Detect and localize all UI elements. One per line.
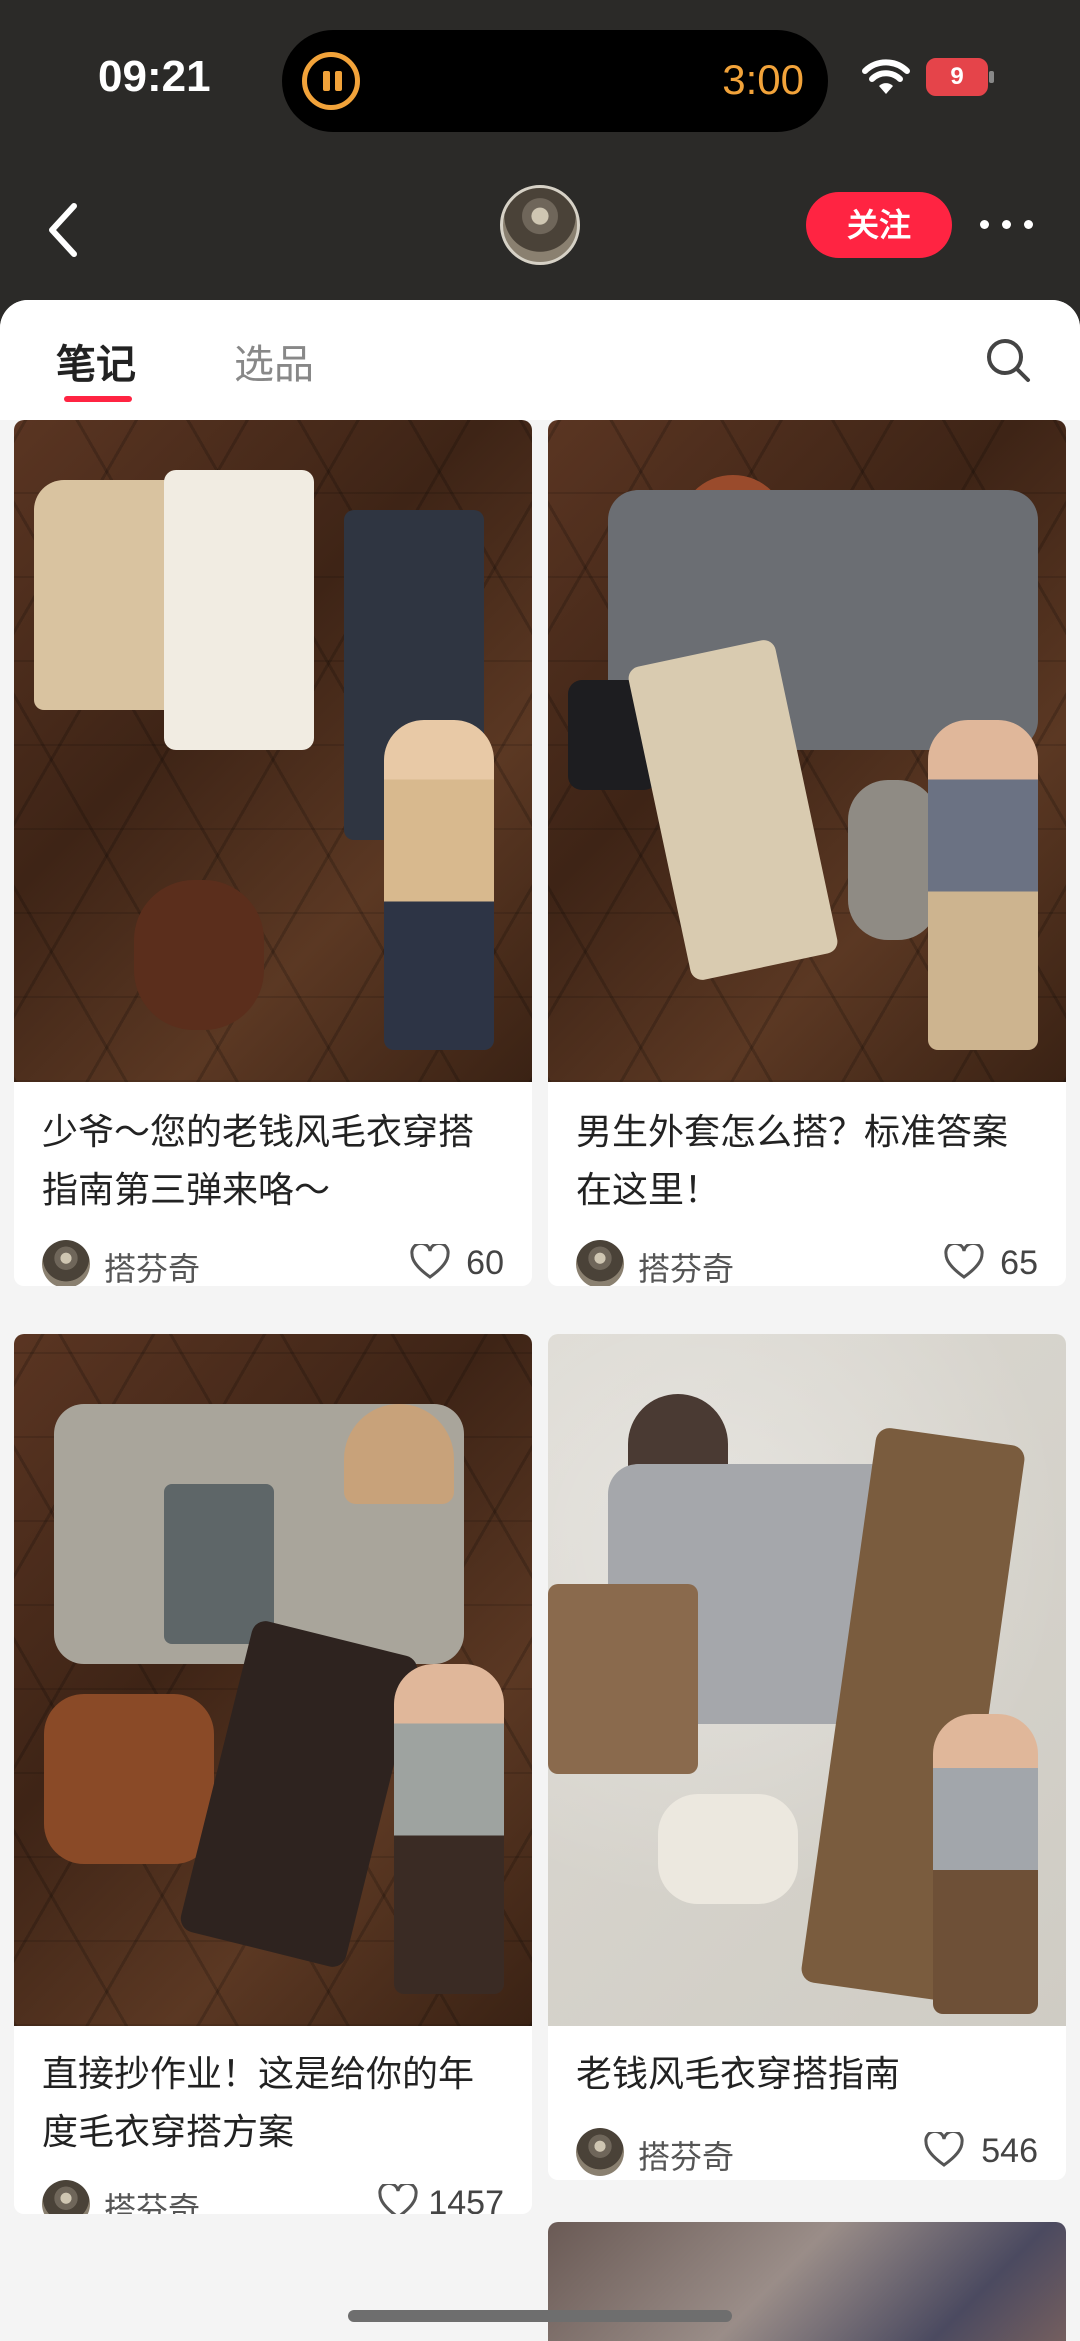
search-icon[interactable] <box>984 336 1032 384</box>
note-title: 直接抄作业！这是给你的年度毛衣穿搭方案 <box>42 2054 475 2153</box>
author-name[interactable]: 搭芬奇 <box>638 2132 734 2178</box>
tab-products[interactable]: 选品 <box>234 332 314 390</box>
note-thumbnail[interactable] <box>548 2222 1066 2341</box>
home-indicator[interactable] <box>348 2310 732 2322</box>
author-avatar[interactable] <box>576 2128 624 2176</box>
sneaker-shape <box>848 780 938 940</box>
wifi-icon <box>862 59 910 94</box>
loafers-shape <box>134 880 264 1030</box>
nav-header: 关注 <box>0 170 1080 290</box>
battery-level: 9 <box>950 63 964 90</box>
shirt-shape <box>164 470 314 750</box>
author-name[interactable]: 搭芬奇 <box>104 2184 200 2214</box>
character-figure <box>384 720 494 1050</box>
note-card[interactable]: 男生外套怎么搭？标准答案在这里！ 搭芬奇 65 <box>548 420 1066 1286</box>
sneaker-shape <box>658 1794 798 1904</box>
tab-notes[interactable]: 笔记 <box>56 332 136 390</box>
heart-icon[interactable] <box>944 1244 984 1280</box>
author-name[interactable]: 搭芬奇 <box>104 1244 200 1286</box>
note-thumbnail[interactable] <box>548 420 1066 1082</box>
note-card[interactable]: 老钱风毛衣穿搭指南 搭芬奇 546 <box>548 1334 1066 2180</box>
more-icon[interactable] <box>980 220 1034 232</box>
character-figure <box>394 1664 504 1994</box>
back-icon[interactable] <box>40 200 90 260</box>
author-avatar[interactable] <box>42 2180 90 2214</box>
like-count: 546 <box>981 2132 1038 2170</box>
note-card[interactable]: 少爷～您的老钱风毛衣穿搭指南第三弹来咯～ 搭芬奇 60 <box>14 420 532 1286</box>
author-avatar[interactable] <box>42 1240 90 1286</box>
status-bar: 09:21 3:00 9 <box>0 0 1080 160</box>
content-panel: 笔记 选品 少爷～您的老钱风毛衣穿搭指南第三弹来咯～ 搭芬奇 60 男生外套怎么… <box>0 300 1080 2341</box>
trousers-shape <box>177 1618 421 1970</box>
pause-icon[interactable] <box>302 52 360 110</box>
avatar[interactable] <box>500 185 580 265</box>
like-count: 60 <box>466 1244 504 1282</box>
character-figure <box>933 1714 1038 2014</box>
like-count: 65 <box>1000 1244 1038 1282</box>
like-count: 1457 <box>428 2184 504 2214</box>
note-title: 少爷～您的老钱风毛衣穿搭指南第三弹来咯～ <box>42 1112 475 1211</box>
note-card[interactable]: 直接抄作业！这是给你的年度毛衣穿搭方案 搭芬奇 1457 <box>14 1334 532 2214</box>
heart-icon[interactable] <box>410 1244 450 1280</box>
author-name[interactable]: 搭芬奇 <box>638 1244 734 1286</box>
boots-shape <box>44 1694 214 1864</box>
note-title: 男生外套怎么搭？标准答案在这里！ <box>576 1112 1009 1211</box>
note-thumbnail[interactable] <box>14 1334 532 2026</box>
follow-button[interactable]: 关注 <box>806 192 952 258</box>
tote-shape <box>548 1584 698 1774</box>
note-thumbnail[interactable] <box>14 420 532 1082</box>
battery-icon: 9 <box>926 58 994 96</box>
scarf-shape <box>164 1484 274 1644</box>
status-time: 09:21 <box>98 52 211 101</box>
beanie-shape <box>344 1404 454 1504</box>
note-thumbnail[interactable] <box>548 1334 1066 2026</box>
timer-readout: 3:00 <box>722 56 804 103</box>
author-avatar[interactable] <box>576 1240 624 1286</box>
heart-icon[interactable] <box>378 2184 418 2214</box>
note-card[interactable] <box>548 2222 1066 2341</box>
dynamic-island[interactable]: 3:00 <box>282 30 828 132</box>
tab-active-indicator <box>64 396 132 402</box>
character-figure <box>928 720 1038 1050</box>
heart-icon[interactable] <box>924 2132 964 2168</box>
tab-bar: 笔记 选品 <box>0 300 1080 420</box>
note-title: 老钱风毛衣穿搭指南 <box>576 2054 901 2095</box>
